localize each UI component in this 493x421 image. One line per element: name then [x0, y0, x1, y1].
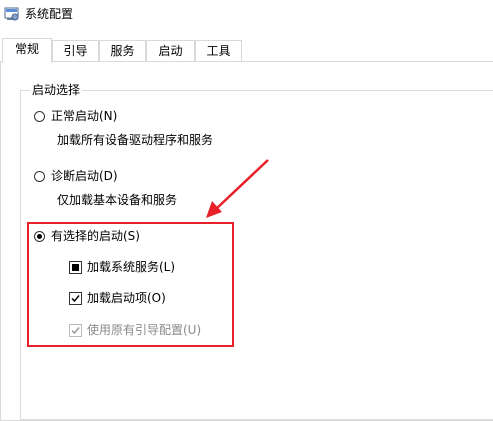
- title-bar: 系统配置: [0, 0, 493, 30]
- tab-general[interactable]: 常规: [2, 38, 52, 63]
- startup-selection-label: 启动选择: [30, 82, 83, 98]
- normal-startup-description: 加载所有设备驱动程序和服务: [57, 133, 214, 147]
- diagnostic-startup-description: 仅加载基本设备和服务: [57, 193, 178, 207]
- window-title: 系统配置: [25, 7, 74, 21]
- tab-general-label: 常规: [14, 42, 39, 56]
- system-config-app-icon: [4, 6, 20, 22]
- tab-startup-label: 启动: [158, 44, 183, 58]
- normal-startup-label[interactable]: 正常启动(N): [51, 108, 117, 124]
- tab-startup[interactable]: 启动: [146, 40, 195, 61]
- tab-tools-label: 工具: [206, 44, 231, 58]
- annotation-arrow-icon: [206, 159, 269, 218]
- tab-boot[interactable]: 引导: [52, 40, 99, 61]
- tab-tools[interactable]: 工具: [195, 40, 242, 61]
- annotation-highlight-box: [27, 222, 234, 347]
- diagnostic-startup-label[interactable]: 诊断启动(D): [51, 168, 118, 184]
- normal-startup-radio[interactable]: [34, 111, 45, 122]
- tab-services[interactable]: 服务: [99, 40, 146, 61]
- tab-boot-label: 引导: [63, 44, 88, 58]
- tab-services-label: 服务: [110, 44, 135, 58]
- tab-strip: 常规 引导 服务 启动 工具: [0, 38, 493, 63]
- diagnostic-startup-radio[interactable]: [34, 171, 45, 182]
